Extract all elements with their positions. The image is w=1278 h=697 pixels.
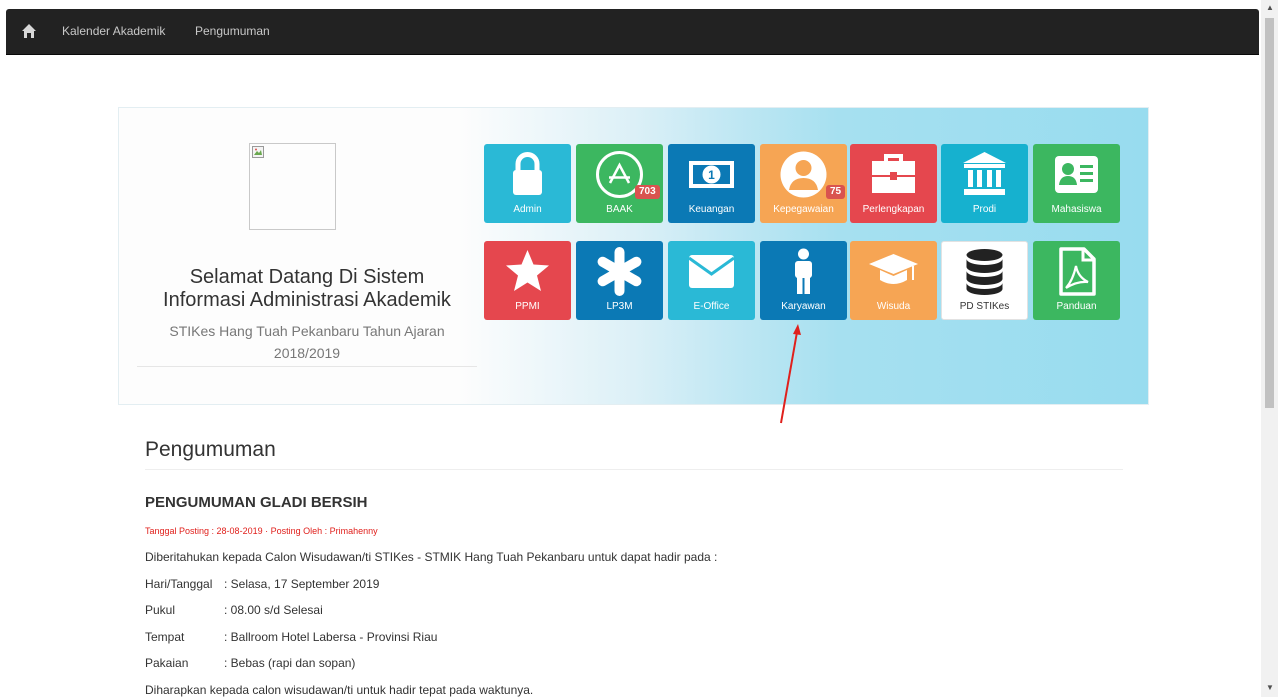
lock-icon [513,152,542,195]
database-icon [966,249,1003,295]
scroll-up-arrow-icon[interactable]: ▲ [1266,4,1274,12]
detail-value: : Ballroom Hotel Labersa - Provinsi Riau [224,630,438,644]
pdf-file-icon [1059,247,1096,296]
home-icon[interactable] [21,23,37,39]
notification-badge: 75 [826,185,846,199]
welcome-subtitle: STIKes Hang Tuah Pekanbaru Tahun Ajaran … [149,320,465,364]
briefcase-icon [872,154,915,193]
svg-text:1: 1 [708,168,715,182]
post-title: PENGUMUMAN GLADI BERSIH [145,494,368,511]
nav-link-kalender-akademik[interactable]: Kalender Akademik [62,24,165,38]
notification-badge: 703 [635,185,660,199]
tile-prodi[interactable]: Prodi [941,144,1028,223]
tile-label: Panduan [1056,301,1097,312]
tile-admin[interactable]: Admin [484,144,571,223]
nav-link-pengumuman[interactable]: Pengumuman [195,24,270,38]
tile-kepegawaian[interactable]: 75 Kepegawaian [760,144,847,223]
institution-icon [963,152,1006,195]
tile-wisuda[interactable]: Wisuda [850,241,937,320]
tile-mahasiswa[interactable]: Mahasiswa [1033,144,1120,223]
graduation-cap-icon [869,254,918,284]
post-closing: Diharapkan kepada calon wisudawan/ti unt… [145,683,534,697]
tile-label: Mahasiswa [1051,204,1102,215]
tile-label: BAAK [606,204,633,215]
tile-e-office[interactable]: E-Office [668,241,755,320]
tile-label: PPMI [515,301,540,312]
tile-label: Keuangan [688,204,735,215]
top-navbar: Kalender Akademik Pengumuman [6,9,1259,55]
post-meta: Tanggal Posting : 28-08-2019 · Posting O… [145,526,378,536]
tile-baak[interactable]: 703 BAAK [576,144,663,223]
divider [145,469,1123,470]
tile-karyawan[interactable]: Karyawan [760,241,847,320]
detail-value: : Selasa, 17 September 2019 [224,577,380,591]
detail-key: Hari/Tanggal [145,577,213,591]
tile-label: PD STIKes [959,301,1010,312]
tile-pd-stikes[interactable]: PD STIKes [941,241,1028,320]
tile-perlengkapan[interactable]: Perlengkapan [850,144,937,223]
welcome-title-line-2: Informasi Administrasi Akademik [163,289,451,311]
tile-label: Karyawan [781,301,826,312]
broken-image-icon [252,146,264,158]
tile-ppmi[interactable]: PPMI [484,241,571,320]
divider [137,366,477,367]
user-circle-icon [780,151,827,198]
tile-label: Admin [513,204,542,215]
post-intro: Diberitahukan kepada Calon Wisudawan/ti … [145,550,718,564]
detail-value: : Bebas (rapi dan sopan) [224,656,356,670]
vertical-scrollbar[interactable]: ▲ ▼ [1261,0,1278,697]
tile-lp3m[interactable]: LP3M [576,241,663,320]
logo-image-broken [249,143,336,230]
detail-key: Pukul [145,603,176,617]
scroll-down-arrow-icon[interactable]: ▼ [1266,684,1274,692]
tile-label: Perlengkapan [862,204,925,215]
tile-label: Kepegawaian [773,204,834,215]
tile-label: Wisuda [876,301,911,312]
tile-panduan[interactable]: Panduan [1033,241,1120,320]
detail-key: Pakaian [145,656,189,670]
annotation-arrow [780,324,801,424]
money-icon: 1 [689,161,734,188]
scrollbar-thumb[interactable] [1265,18,1274,408]
welcome-subtitle-line-1: STIKes Hang Tuah Pekanbaru Tahun Ajaran [169,323,445,339]
tile-label: LP3M [606,301,633,312]
tile-label: E-Office [693,301,730,312]
welcome-title-line-1: Selamat Datang Di Sistem [189,266,425,288]
star-icon [506,250,549,291]
welcome-subtitle-line-2: 2018/2019 [273,345,341,361]
detail-value: : 08.00 s/d Selesai [224,603,323,617]
welcome-title: Selamat Datang Di Sistem Informasi Admin… [137,266,477,312]
male-icon [795,248,812,294]
section-title: Pengumuman [145,438,276,461]
tile-label: Prodi [972,204,997,215]
detail-key: Tempat [145,630,185,644]
asterisk-icon [597,247,642,296]
id-card-icon [1055,156,1098,193]
tile-keuangan[interactable]: 1 Keuangan [668,144,755,223]
envelope-icon [688,255,735,288]
